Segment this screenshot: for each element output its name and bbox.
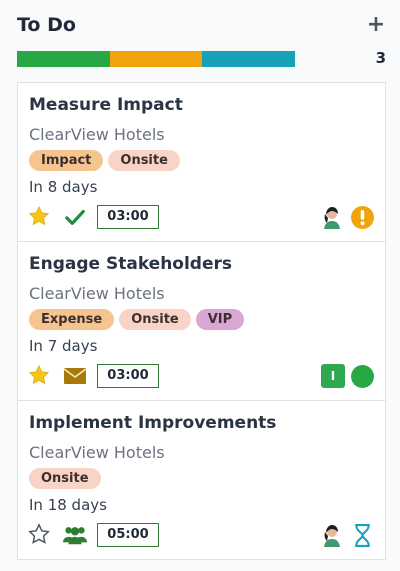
card-footer: 03:00 I bbox=[28, 363, 375, 391]
card-title: Measure Impact bbox=[29, 95, 183, 115]
column-header: To Do + bbox=[17, 14, 386, 42]
users-icon[interactable] bbox=[63, 524, 87, 546]
card-title: Implement Improvements bbox=[29, 413, 277, 433]
tag: Onsite bbox=[29, 468, 101, 489]
card-company: ClearView Hotels bbox=[29, 443, 165, 462]
tag: Onsite bbox=[108, 150, 180, 171]
kanban-card[interactable]: Measure Impact ClearView Hotels Impact O… bbox=[17, 82, 386, 242]
planned-hours-field[interactable]: 05:00 bbox=[97, 523, 159, 547]
card-deadline: In 7 days bbox=[29, 337, 98, 355]
column-title: To Do bbox=[17, 14, 76, 36]
card-tags: Impact Onsite bbox=[29, 150, 180, 171]
check-icon[interactable] bbox=[63, 206, 87, 228]
planned-hours-field[interactable]: 03:00 bbox=[97, 205, 159, 229]
star-outline-icon[interactable] bbox=[28, 523, 50, 545]
tag: Impact bbox=[29, 150, 104, 171]
card-company: ClearView Hotels bbox=[29, 284, 165, 303]
tag: Onsite bbox=[119, 309, 191, 330]
add-card-button[interactable]: + bbox=[366, 14, 386, 38]
card-footer: 03:00 bbox=[28, 204, 375, 232]
card-deadline: In 18 days bbox=[29, 496, 107, 514]
progress-segment-green[interactable] bbox=[17, 51, 110, 67]
tag: VIP bbox=[195, 309, 245, 330]
kanban-card[interactable]: Implement Improvements ClearView Hotels … bbox=[17, 400, 386, 560]
hourglass-icon[interactable] bbox=[350, 523, 375, 548]
card-footer: 05:00 bbox=[28, 522, 375, 550]
card-deadline: In 8 days bbox=[29, 178, 98, 196]
avatar[interactable] bbox=[319, 522, 345, 548]
card-tags: Expense Onsite VIP bbox=[29, 309, 245, 330]
avatar[interactable] bbox=[319, 204, 345, 230]
card-tags: Onsite bbox=[29, 468, 101, 489]
planned-hours-field[interactable]: 03:00 bbox=[97, 364, 159, 388]
warning-icon[interactable] bbox=[350, 205, 375, 230]
column-count: 3 bbox=[375, 49, 386, 67]
green-dot-icon[interactable] bbox=[350, 364, 375, 389]
envelope-icon[interactable] bbox=[63, 365, 87, 387]
kanban-card[interactable]: Engage Stakeholders ClearView Hotels Exp… bbox=[17, 241, 386, 401]
progress-segment-orange[interactable] bbox=[109, 51, 203, 67]
card-title: Engage Stakeholders bbox=[29, 254, 233, 274]
star-filled-icon[interactable] bbox=[28, 364, 50, 386]
progress-segment-teal[interactable] bbox=[202, 51, 296, 67]
tag: Expense bbox=[29, 309, 115, 330]
column-progress-bar[interactable] bbox=[17, 51, 296, 67]
card-company: ClearView Hotels bbox=[29, 125, 165, 144]
star-filled-icon[interactable] bbox=[28, 205, 50, 227]
avatar[interactable]: I bbox=[321, 364, 345, 388]
kanban-column: To Do + 3 Measure Impact ClearView Hotel… bbox=[0, 0, 400, 571]
